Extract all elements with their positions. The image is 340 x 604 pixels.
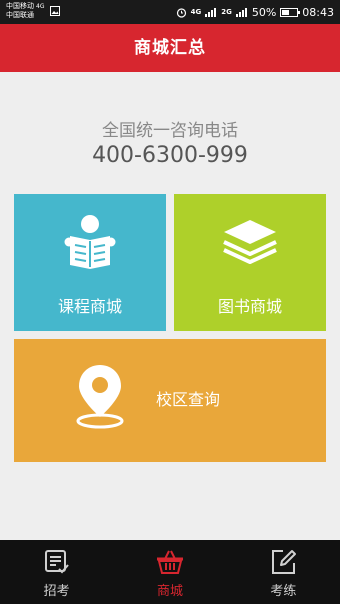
battery-percent: 50% — [251, 5, 277, 19]
signal-1-tag: 4G — [190, 8, 202, 16]
book-mall-label: 图书商城 — [217, 297, 282, 316]
hotline-label: 全国统一咨询电话 — [102, 121, 238, 141]
location-pin-icon — [76, 365, 124, 429]
signal-2-tag: 2G — [221, 8, 232, 16]
status-icons: 4G 2G 50% 08:43 — [172, 4, 334, 20]
nav-label-practice: 考练 — [270, 584, 297, 599]
edit-icon — [272, 550, 297, 574]
nav-item-mall[interactable]: 商城 — [113, 540, 226, 604]
course-mall-tile[interactable]: 课程商城 — [14, 194, 166, 331]
nav-item-exams[interactable]: 招考 — [0, 540, 113, 604]
carrier-1-network: 4G — [36, 3, 45, 10]
nav-item-practice[interactable]: 考练 — [227, 540, 340, 604]
document-check-icon — [44, 550, 69, 574]
basket-icon — [156, 550, 183, 574]
campus-search-label: 校区查询 — [156, 390, 221, 409]
course-mall-label: 课程商城 — [57, 297, 122, 316]
hotline-number[interactable]: 400-6300-999 — [0, 143, 340, 168]
gallery-icon — [50, 6, 60, 16]
alarm-icon — [176, 7, 186, 18]
carrier-2: 中国联通 — [6, 11, 34, 19]
book-mall-tile[interactable]: 图书商城 — [174, 194, 326, 331]
nav-label-exams: 招考 — [43, 584, 70, 599]
nav-label-mall: 商城 — [156, 584, 183, 599]
clock: 08:43 — [302, 5, 334, 19]
carrier-info: 中国移动 4G 中国联通 — [6, 2, 44, 20]
reading-icon — [64, 215, 116, 269]
signal-2-icon — [235, 7, 248, 17]
battery-fill — [282, 9, 290, 15]
campus-search-tile[interactable]: 校区查询 — [14, 339, 326, 462]
signal-1-icon — [205, 7, 217, 17]
carrier-1: 中国移动 — [6, 2, 34, 10]
page-title: 商城汇总 — [0, 24, 340, 72]
bottom-nav: 招考 商城 考练 — [0, 540, 340, 604]
status-bar: 中国移动 4G 中国联通 4G 2G 50% 08:43 — [0, 0, 340, 24]
stacked-layers-icon — [223, 220, 277, 264]
battery-icon — [280, 7, 301, 17]
